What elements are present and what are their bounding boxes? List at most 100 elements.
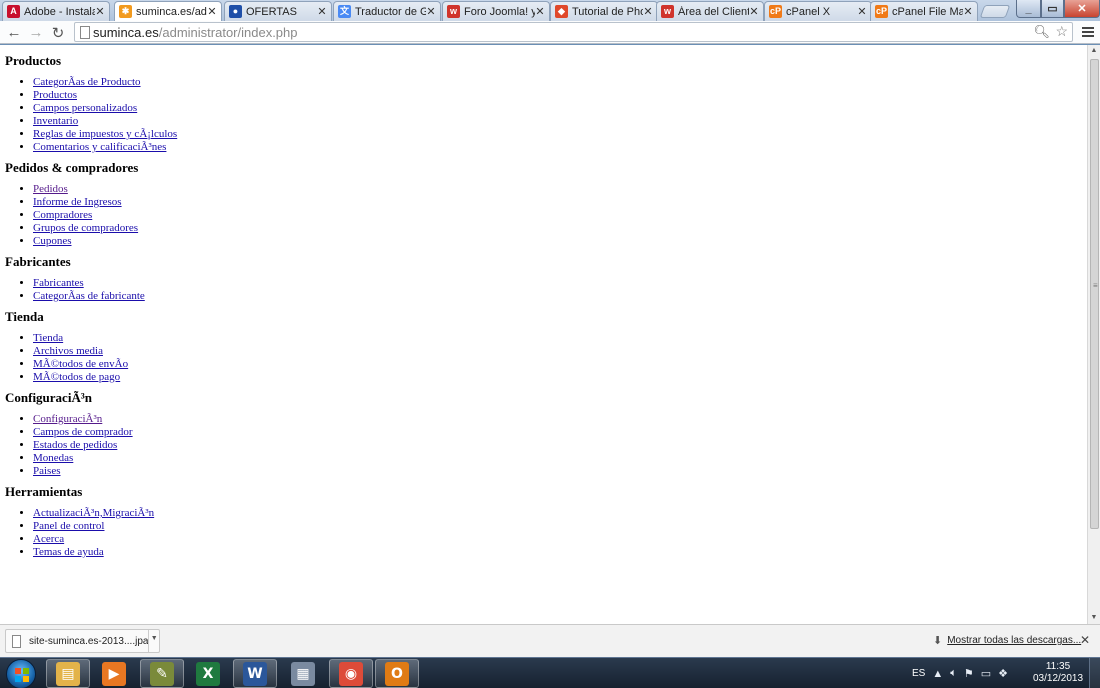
menu-link[interactable]: MÃ©todos de pago (33, 371, 120, 383)
browser-tab[interactable]: cP cPanel X ✕ (764, 1, 872, 21)
volume-icon[interactable]: 🔈︎ (950, 667, 957, 680)
translate-icon: 文 (338, 5, 351, 18)
menu-link[interactable]: ConfiguraciÃ³n (33, 413, 102, 425)
menu-link[interactable]: Acerca (33, 533, 64, 545)
tab-close-icon[interactable]: ✕ (317, 5, 327, 18)
close-icon[interactable]: ✕ (1080, 633, 1090, 647)
taskbar-app-button[interactable]: ◉ (329, 659, 373, 688)
dropbox-icon[interactable]: ❖ (998, 667, 1008, 680)
tab-close-icon[interactable]: ✕ (963, 5, 973, 18)
browser-tab[interactable]: ● OFERTAS ✕ (224, 1, 332, 21)
bookmark-star-icon[interactable]: ☆ (1055, 23, 1068, 40)
menu-link[interactable]: Pedidos (33, 183, 68, 195)
section-heading: Herramientas (5, 484, 83, 499)
browser-tab[interactable]: ✱ suminca.es/adm✕ (114, 1, 222, 21)
show-all-downloads-link[interactable]: Mostrar todas las descargas... (947, 635, 1081, 646)
menu-link[interactable]: Cupones (33, 235, 72, 247)
menu-section: Herramientas ActualizaciÃ³n,MigraciÃ³nPan… (5, 484, 1075, 559)
menu-link[interactable]: Productos (33, 89, 77, 101)
back-button[interactable]: ← (4, 23, 24, 42)
address-url[interactable]: suminca.es/administrator/index.php (93, 25, 298, 40)
language-indicator[interactable]: ES (912, 668, 925, 679)
show-all-downloads[interactable]: ⬇ Mostrar todas las descargas... (933, 634, 1081, 647)
browser-tab[interactable]: cP cPanel File Mana✕ (870, 1, 978, 21)
menu-link[interactable]: Inventario (33, 115, 78, 127)
menu-link[interactable]: Grupos de compradores (33, 222, 138, 234)
reload-button[interactable]: ↻ (48, 23, 68, 42)
tab-close-icon[interactable]: ✕ (535, 5, 545, 18)
chrome-menu-button[interactable] (1082, 24, 1094, 40)
list-item: Cupones (33, 235, 1075, 248)
menu-bar-line (1082, 31, 1094, 33)
show-desktop-button[interactable] (1089, 658, 1100, 688)
browser-tab[interactable]: w Área del Cliente ✕ (656, 1, 764, 21)
start-button[interactable] (6, 659, 36, 688)
scroll-down-icon[interactable]: ▼ (1088, 612, 1100, 624)
menu-section: ProductosCategorÃ­as de ProductoProducto… (5, 53, 1075, 154)
tab-title: Área del Cliente (678, 5, 749, 18)
taskbar-app-button[interactable]: O (375, 659, 419, 688)
tab-close-icon[interactable]: ✕ (95, 5, 105, 18)
network-icon[interactable]: ▭ (981, 667, 991, 680)
vertical-scrollbar[interactable]: ▲ ≡ ▼ (1087, 45, 1100, 624)
new-tab-button[interactable] (979, 5, 1011, 18)
scroll-up-icon[interactable]: ▲ (1088, 45, 1100, 57)
menu-link[interactable]: Reglas de impuestos y cÃ¡lculos (33, 128, 177, 140)
browser-tab[interactable]: A Adobe - Instalac✕ (2, 1, 110, 21)
close-window-button[interactable]: ✕ (1064, 0, 1100, 18)
taskbar-clock[interactable]: 11:35 03/12/2013 (1033, 661, 1083, 685)
section-heading: Productos (5, 53, 62, 68)
menu-link[interactable]: Paises (33, 465, 61, 477)
taskbar-app-button[interactable]: X (186, 659, 230, 688)
menu-link[interactable]: Fabricantes (33, 277, 84, 289)
tray-expand-icon[interactable]: ▲ (932, 668, 943, 680)
browser-tab[interactable]: 文 Traductor de Go✕ (333, 1, 441, 21)
tab-close-icon[interactable]: ✕ (643, 5, 653, 18)
chevron-down-icon[interactable]: ▼ (148, 630, 159, 652)
menu-link[interactable]: Archivos media (33, 345, 103, 357)
download-item[interactable]: site-suminca.es-2013....jpa ▼ (5, 629, 160, 653)
minimize-button[interactable]: _ (1016, 0, 1041, 18)
menu-link[interactable]: Panel de control (33, 520, 104, 532)
menu-link[interactable]: Informe de Ingresos (33, 196, 122, 208)
search-icon[interactable]: 🔍︎ (1033, 24, 1050, 40)
menu-link[interactable]: Campos de comprador (33, 426, 133, 438)
browser-tab[interactable]: ◆ Tutorial de Phoc✕ (550, 1, 658, 21)
tab-title: cPanel File Mana (892, 5, 963, 18)
list-item: Tienda (33, 332, 1075, 345)
menu-link[interactable]: CategorÃ­as de fabricante (33, 290, 145, 302)
browser-tab[interactable]: w Foro Joomla! y V✕ (442, 1, 550, 21)
maximize-button[interactable]: ▭ (1041, 0, 1064, 18)
menu-link[interactable]: Campos personalizados (33, 102, 137, 114)
list-item: ActualizaciÃ³n,MigraciÃ³n (33, 507, 1075, 520)
taskbar-app-button[interactable]: ▶ (92, 659, 136, 688)
address-bar[interactable]: suminca.es/administrator/index.php 🔍︎ ☆ (74, 22, 1073, 42)
menu-link[interactable]: Compradores (33, 209, 92, 221)
tab-close-icon[interactable]: ✕ (426, 5, 436, 18)
taskbar-app-button[interactable]: ▤ (46, 659, 90, 688)
menu-link[interactable]: MÃ©todos de envÃ­o (33, 358, 128, 370)
tab-close-icon[interactable]: ✕ (857, 5, 867, 18)
menu-bar-line (1082, 27, 1094, 29)
taskbar-app-button[interactable]: ▦ (281, 659, 325, 688)
menu-link[interactable]: Estados de pedidos (33, 439, 117, 451)
menu-link[interactable]: Tienda (33, 332, 63, 344)
menu-link[interactable]: CategorÃ­as de Producto (33, 76, 141, 88)
forward-button[interactable]: → (26, 23, 46, 42)
tab-close-icon[interactable]: ✕ (749, 5, 759, 18)
menu-link[interactable]: Temas de ayuda (33, 546, 104, 558)
section-link-list: TiendaArchivos mediaMÃ©todos de envÃ­oMÃ… (33, 332, 1075, 384)
menu-link[interactable]: ActualizaciÃ³n,MigraciÃ³n (33, 507, 154, 519)
action-center-flag-icon[interactable]: ⚑ (964, 667, 974, 680)
section-link-list: PedidosInforme de IngresosCompradoresGru… (33, 183, 1075, 248)
taskbar-app-button[interactable]: W (233, 659, 277, 688)
windows-taskbar: ▤ ▶ ✎ X W ▦ ◉ O ES ▲ 🔈︎ ⚑ ▭ ❖ 11:35 03/12/2013 (0, 657, 1100, 688)
menu-link[interactable]: Comentarios y calificaciÃ³nes (33, 141, 166, 153)
tab-title: Tutorial de Phoc (572, 5, 643, 18)
menu-link[interactable]: Monedas (33, 452, 73, 464)
client-area-icon: w (661, 5, 674, 18)
tab-close-icon[interactable]: ✕ (207, 5, 217, 18)
browser-toolbar: ← → ↻ suminca.es/administrator/index.php… (0, 21, 1100, 44)
taskbar-app-button[interactable]: ✎ (140, 659, 184, 688)
scrollbar-thumb[interactable]: ≡ (1090, 59, 1099, 529)
